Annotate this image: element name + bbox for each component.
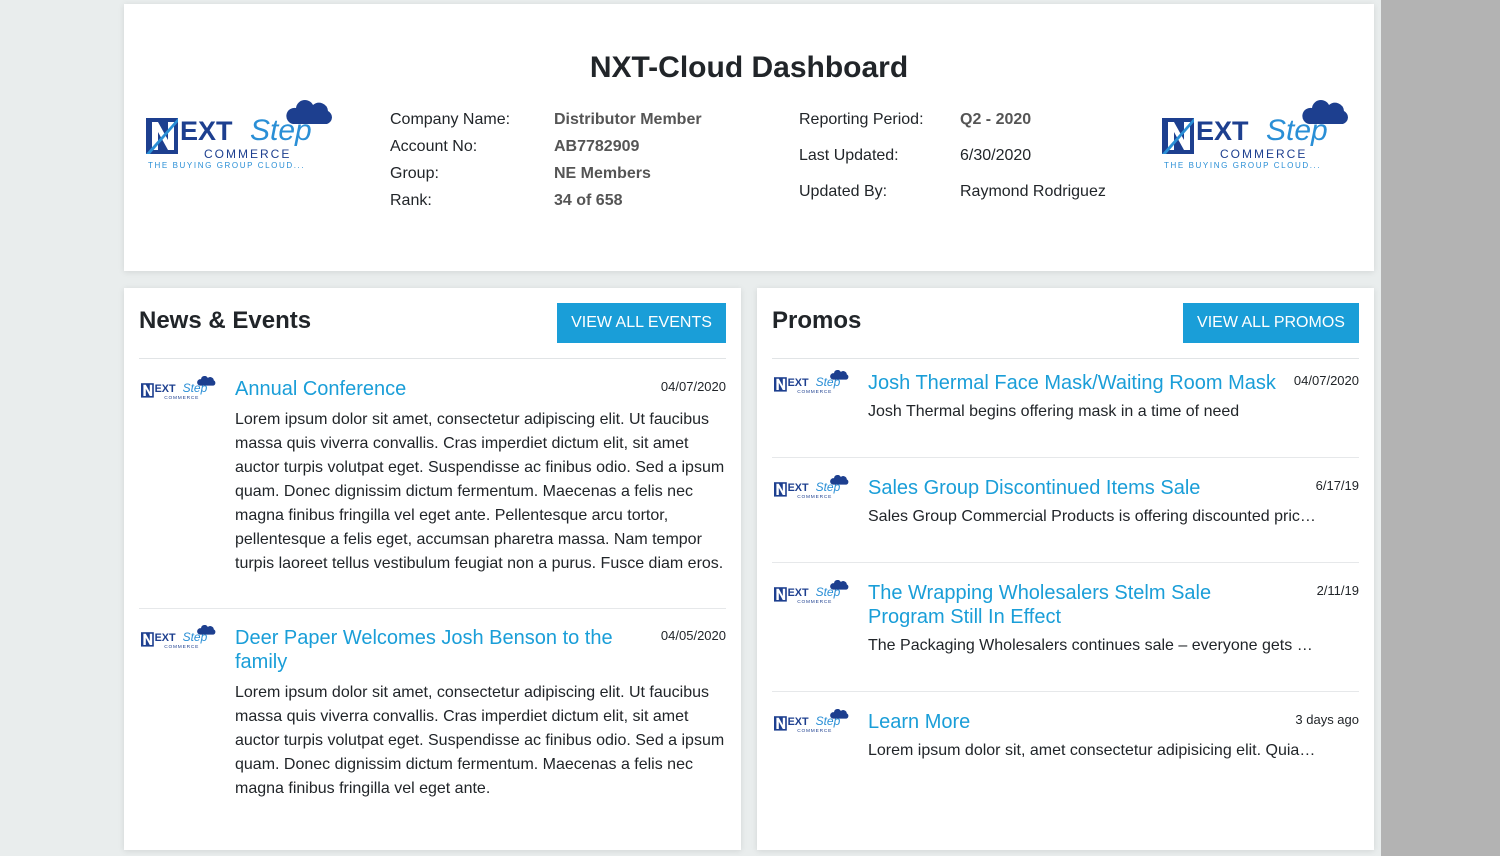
promo-item-date: 3 days ago [1295, 712, 1359, 727]
nextstep-logo-icon: EXT Step COMMERCE [774, 709, 849, 734]
news-item: EXT Step COMMERCE Deer Paper Welcomes Jo… [139, 621, 726, 811]
svg-text:COMMERCE: COMMERCE [164, 644, 199, 650]
svg-text:COMMERCE: COMMERCE [797, 599, 832, 605]
svg-text:EXT: EXT [788, 482, 809, 494]
news-events-card: News & Events VIEW ALL EVENTS EXT Step C… [124, 288, 741, 850]
svg-text:EXT: EXT [788, 377, 809, 389]
promo-item-date: 6/17/19 [1315, 478, 1359, 493]
promo-item-body: Sales Group Commercial Products is offer… [868, 508, 1316, 525]
svg-text:Step: Step [1266, 114, 1328, 147]
svg-text:EXT: EXT [788, 587, 809, 599]
svg-text:THE BUYING GROUP CLOUD...: THE BUYING GROUP CLOUD... [148, 161, 305, 170]
nextstep-logo-icon: EXT Step COMMERCE [141, 376, 216, 401]
page-title: NXT-Cloud Dashboard [589, 51, 909, 84]
news-item-date: 04/07/2020 [660, 379, 726, 394]
divider [772, 358, 1359, 359]
svg-text:COMMERCE: COMMERCE [797, 494, 832, 500]
news-item-title[interactable]: Annual Conference [235, 377, 646, 401]
company-value: Distributor Member [554, 111, 702, 128]
rank-label: Rank: [390, 192, 432, 209]
promo-item-body: Lorem ipsum dolor sit, amet consectetur … [868, 742, 1316, 759]
view-all-promos-button[interactable]: VIEW ALL PROMOS [1183, 303, 1359, 343]
divider [139, 608, 726, 609]
promo-item: EXT Step COMMERCE Josh Thermal Face Mask… [772, 366, 1359, 446]
svg-text:Step: Step [816, 585, 841, 599]
updated-by-label: Updated By: [799, 183, 888, 200]
view-all-events-button[interactable]: VIEW ALL EVENTS [557, 303, 726, 343]
nextstep-logo-right: EXT Step COMMERCE THE BUYING GROUP CLOUD… [1162, 100, 1348, 170]
promo-item-date: 04/07/2020 [1293, 373, 1359, 388]
news-item-body: Lorem ipsum dolor sit amet, consectetur … [235, 684, 725, 797]
account-label: Account No: [390, 138, 478, 155]
header-card: NXT-Cloud Dashboard EXT Step COMMERCE TH… [124, 4, 1374, 271]
svg-text:Step: Step [250, 114, 312, 147]
promo-item-title[interactable]: Josh Thermal Face Mask/Waiting Room Mask [868, 371, 1279, 395]
svg-text:EXT: EXT [155, 383, 176, 395]
right-gutter [1381, 0, 1500, 856]
news-item-body: Lorem ipsum dolor sit amet, consectetur … [235, 411, 725, 572]
svg-text:COMMERCE: COMMERCE [1220, 147, 1307, 161]
last-updated-label: Last Updated: [799, 147, 899, 164]
group-label: Group: [390, 165, 439, 182]
group-value: NE Members [554, 165, 651, 182]
news-item-date: 04/05/2020 [660, 628, 726, 643]
news-section-title: News & Events [139, 307, 312, 334]
promo-item-body: Josh Thermal begins offering mask in a t… [868, 403, 1240, 420]
promo-item-title[interactable]: Sales Group Discontinued Items Sale [868, 476, 1279, 500]
svg-text:THE BUYING GROUP CLOUD...: THE BUYING GROUP CLOUD... [1164, 161, 1321, 170]
promo-item-title[interactable]: Learn More [868, 710, 1279, 734]
svg-text:Step: Step [816, 714, 841, 728]
nextstep-logo-icon: EXT Step COMMERCE [774, 475, 849, 500]
promo-item: EXT Step COMMERCE Learn More 3 days ago … [772, 705, 1359, 785]
svg-text:Step: Step [816, 375, 841, 389]
promos-section-title: Promos [772, 307, 862, 334]
news-item-title[interactable]: Deer Paper Welcomes Josh Benson to the f… [235, 626, 646, 674]
svg-text:COMMERCE: COMMERCE [797, 728, 832, 734]
promo-item-title[interactable]: The Wrapping Wholesalers Stelm Sale Prog… [868, 581, 1279, 629]
period-label: Reporting Period: [799, 111, 924, 128]
divider [772, 457, 1359, 458]
promo-item: EXT Step COMMERCE The Wrapping Wholesale… [772, 576, 1359, 676]
svg-text:EXT: EXT [180, 116, 233, 146]
svg-text:EXT: EXT [155, 632, 176, 644]
promo-item-date: 2/11/19 [1316, 583, 1359, 598]
svg-text:COMMERCE: COMMERCE [204, 147, 291, 161]
svg-text:COMMERCE: COMMERCE [164, 395, 199, 401]
updated-by-value: Raymond Rodriguez [960, 183, 1106, 200]
period-value: Q2 - 2020 [960, 111, 1032, 128]
promo-item: EXT Step COMMERCE Sales Group Discontinu… [772, 471, 1359, 551]
divider [139, 358, 726, 359]
account-value: AB7782909 [554, 138, 640, 155]
company-label: Company Name: [390, 111, 511, 128]
nextstep-logo-icon: EXT Step COMMERCE [774, 370, 849, 395]
svg-text:EXT: EXT [788, 716, 809, 728]
nextstep-logo: EXT Step COMMERCE THE BUYING GROUP CLOUD… [146, 100, 332, 170]
promos-card: Promos VIEW ALL PROMOS EXT Step COMMERCE… [757, 288, 1374, 850]
nextstep-logo-icon: EXT Step COMMERCE [774, 580, 849, 605]
last-updated-value: 6/30/2020 [960, 147, 1032, 164]
divider [772, 562, 1359, 563]
svg-text:Step: Step [816, 480, 841, 494]
svg-text:EXT: EXT [1196, 116, 1249, 146]
svg-text:COMMERCE: COMMERCE [797, 389, 832, 395]
promo-item-body: The Packaging Wholesalers continues sale… [868, 637, 1316, 654]
svg-text:Step: Step [183, 381, 208, 395]
svg-text:Step: Step [183, 630, 208, 644]
nextstep-logo-icon: EXT Step COMMERCE [141, 625, 216, 650]
rank-value: 34 of 658 [554, 192, 623, 209]
divider [772, 691, 1359, 692]
news-item: EXT Step COMMERCE Annual Conference 04/0… [139, 372, 726, 582]
